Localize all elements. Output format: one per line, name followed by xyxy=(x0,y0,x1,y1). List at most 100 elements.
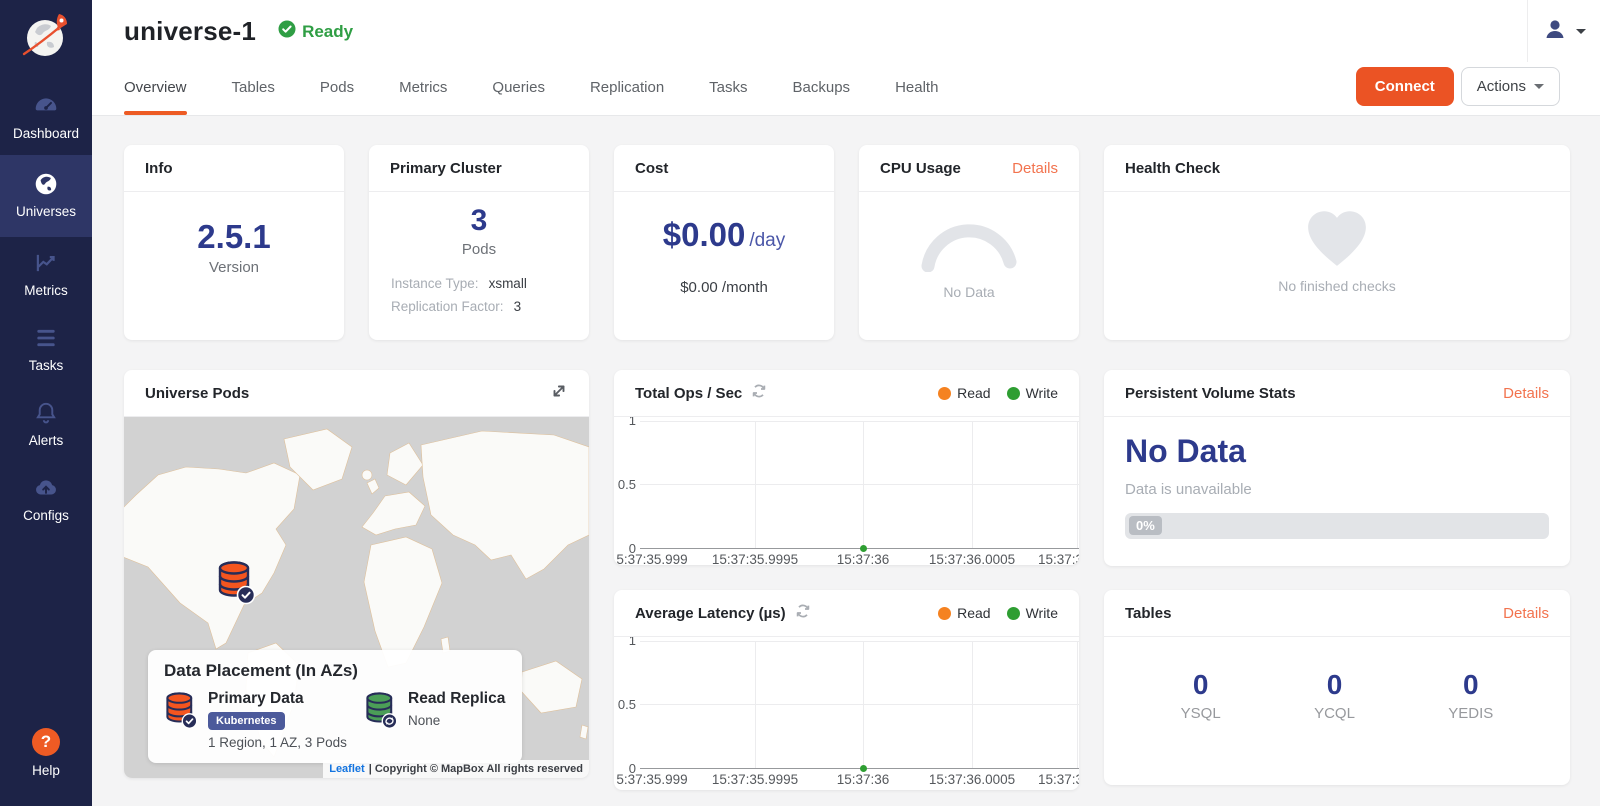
primary-data-item: Primary Data Kubernetes 1 Region, 1 AZ, … xyxy=(164,690,364,750)
yedis-label: YEDIS xyxy=(1448,705,1493,722)
kv-label: Replication Factor: xyxy=(391,299,504,314)
check-circle-icon xyxy=(278,20,296,43)
actions-label: Actions xyxy=(1477,78,1526,95)
write-legend-dot xyxy=(1007,387,1020,400)
y-tick: 1 xyxy=(616,417,636,428)
leaflet-link[interactable]: Leaflet xyxy=(329,763,364,775)
card-title: Cost xyxy=(635,160,668,177)
tab-queries[interactable]: Queries xyxy=(492,63,545,115)
write-data-point xyxy=(860,765,867,772)
tab-tasks[interactable]: Tasks xyxy=(709,63,747,115)
status-badge: Ready xyxy=(278,20,353,43)
instance-type-row: Instance Type: xsmall xyxy=(391,276,567,291)
pods-count: 3 xyxy=(369,204,589,238)
sidebar-item-configs[interactable]: Configs xyxy=(0,462,92,537)
sidebar-item-label: Tasks xyxy=(29,358,64,373)
yedis-count: 0 xyxy=(1448,669,1493,701)
tab-backups[interactable]: Backups xyxy=(793,63,851,115)
pvs-details-link[interactable]: Details xyxy=(1503,385,1549,402)
persistent-volume-card: Persistent Volume Stats Details No Data … xyxy=(1104,370,1570,566)
heart-icon xyxy=(1104,192,1570,268)
kv-value: xsmall xyxy=(489,276,527,291)
sidebar-item-label: Universes xyxy=(16,204,76,219)
card-title: Tables xyxy=(1125,605,1171,622)
health-empty-text: No finished checks xyxy=(1104,278,1570,294)
y-tick: 0.5 xyxy=(616,697,636,712)
main-area: universe-1 Ready Overview Tables Pods Me… xyxy=(92,0,1600,806)
attribution-text: | Copyright © MapBox All rights reserved xyxy=(369,763,583,775)
cloud-upload-icon xyxy=(33,475,59,501)
sidebar-item-label: Configs xyxy=(23,508,69,523)
sidebar-item-tasks[interactable]: Tasks xyxy=(0,312,92,387)
refresh-icon[interactable] xyxy=(751,383,767,404)
y-tick: 0.5 xyxy=(616,477,636,492)
health-check-card: Health Check No finished checks xyxy=(1104,145,1570,340)
sidebar-item-alerts[interactable]: Alerts xyxy=(0,387,92,462)
chevron-down-icon xyxy=(1576,29,1586,34)
sidebar-item-label: Metrics xyxy=(24,283,68,298)
ysql-count-item: 0 YSQL xyxy=(1181,669,1221,722)
pvs-subtext: Data is unavailable xyxy=(1125,481,1549,498)
x-tick: 5:37:35.999 xyxy=(616,772,687,787)
check-badge-icon xyxy=(182,714,196,728)
card-title: Primary Cluster xyxy=(390,160,502,177)
ysql-count: 0 xyxy=(1181,669,1221,701)
primary-data-detail: 1 Region, 1 AZ, 3 Pods xyxy=(208,735,347,750)
card-title: Health Check xyxy=(1125,160,1220,177)
tab-pods[interactable]: Pods xyxy=(320,63,354,115)
cpu-details-link[interactable]: Details xyxy=(1012,160,1058,177)
read-replica-item: Read Replica None xyxy=(364,690,505,750)
tab-bar: Overview Tables Pods Metrics Queries Rep… xyxy=(124,63,938,115)
info-card: Info 2.5.1 Version xyxy=(124,145,344,340)
bell-icon xyxy=(33,400,59,426)
data-placement-title: Data Placement (In AZs) xyxy=(164,661,506,681)
x-tick: 15:37:36.0005 xyxy=(929,552,1015,565)
sidebar-item-help[interactable]: ? Help xyxy=(0,715,92,792)
tab-replication[interactable]: Replication xyxy=(590,63,664,115)
cost-per-day: $0.00 xyxy=(663,216,746,253)
tab-tables[interactable]: Tables xyxy=(232,63,275,115)
connect-button[interactable]: Connect xyxy=(1356,67,1454,106)
primary-data-label: Primary Data xyxy=(208,690,347,708)
universe-pods-card: Universe Pods xyxy=(124,370,589,778)
database-icon xyxy=(364,690,398,730)
sidebar-item-metrics[interactable]: Metrics xyxy=(0,237,92,312)
world-map[interactable]: Data Placement (In AZs) Primary Data Kub… xyxy=(124,417,589,778)
map-attribution: Leaflet | Copyright © MapBox All rights … xyxy=(323,760,589,778)
sidebar-item-label: Dashboard xyxy=(13,126,79,141)
read-legend-dot xyxy=(938,607,951,620)
avg-latency-chart-card: Average Latency (µs) Read Write 1 0.5 0 … xyxy=(614,590,1079,790)
read-legend-dot xyxy=(938,387,951,400)
sidebar-item-dashboard[interactable]: Dashboard xyxy=(0,80,92,155)
sidebar-item-label: Help xyxy=(32,763,60,778)
tables-details-link[interactable]: Details xyxy=(1503,605,1549,622)
actions-dropdown-button[interactable]: Actions xyxy=(1461,67,1560,106)
tab-overview[interactable]: Overview xyxy=(124,63,187,115)
tab-health[interactable]: Health xyxy=(895,63,938,115)
ycql-count-item: 0 YCQL xyxy=(1314,669,1355,722)
pod-location-marker[interactable] xyxy=(216,559,256,605)
write-data-point xyxy=(860,545,867,552)
user-menu[interactable] xyxy=(1527,0,1600,62)
tab-metrics[interactable]: Metrics xyxy=(399,63,447,115)
database-icon xyxy=(164,690,198,730)
sidebar-item-universes[interactable]: Universes xyxy=(0,155,92,237)
sync-badge-icon xyxy=(382,714,396,728)
chart-title: Average Latency (µs) xyxy=(635,605,786,622)
x-tick: 15:37:36.0005 xyxy=(929,772,1015,787)
kv-value: 3 xyxy=(514,299,522,314)
expand-icon[interactable] xyxy=(550,382,568,405)
version-value: 2.5.1 xyxy=(124,218,344,256)
status-text: Ready xyxy=(302,22,353,42)
kubernetes-badge: Kubernetes xyxy=(208,712,285,730)
cpu-usage-card: CPU Usage Details No Data xyxy=(859,145,1079,340)
globe-icon xyxy=(33,171,59,197)
universe-header: universe-1 Ready Overview Tables Pods Me… xyxy=(92,0,1600,116)
yugabyte-planet-logo xyxy=(15,6,77,66)
check-badge-icon xyxy=(238,587,255,604)
chart-plot-area: 1 0.5 0 5:37:35.999 15:37:35.9995 15:37:… xyxy=(614,637,1079,790)
kv-label: Instance Type: xyxy=(391,276,479,291)
total-ops-chart-card: Total Ops / Sec Read Write 1 0.5 0 5:37:… xyxy=(614,370,1079,565)
refresh-icon[interactable] xyxy=(795,603,811,624)
x-tick: 15:37:35.9995 xyxy=(712,772,798,787)
